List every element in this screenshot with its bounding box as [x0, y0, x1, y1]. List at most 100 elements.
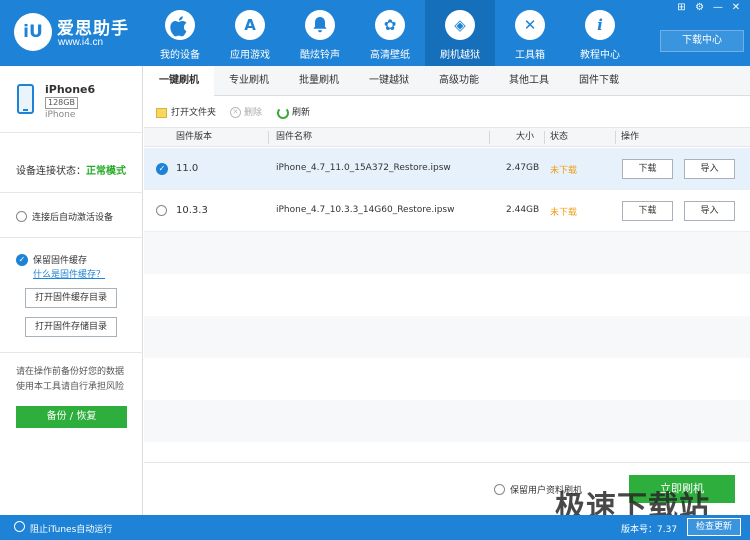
divider	[0, 192, 143, 193]
brand-name: 爱思助手	[57, 19, 129, 39]
keep-cache-option[interactable]: ✓ 保留固件缓存	[16, 253, 87, 266]
check-update-button[interactable]: 检查更新	[687, 518, 741, 536]
nav-label: 应用游戏	[230, 50, 270, 61]
refresh-button[interactable]: 刷新	[277, 105, 310, 119]
divider	[0, 132, 143, 133]
open-folder-button[interactable]: 打开文件夹	[156, 105, 216, 118]
download-center-button[interactable]: 下载中心	[660, 30, 744, 52]
refresh-label: 刷新	[292, 108, 311, 118]
table-header: 固件版本 固件名称 大小 状态 操作	[144, 127, 750, 147]
skin-icon[interactable]: ⊞	[675, 2, 687, 13]
flower-icon: ✿	[375, 10, 405, 40]
firmware-size: 2.47GB	[506, 163, 540, 173]
firmware-size: 2.44GB	[506, 205, 540, 215]
window-controls: ⊞ ⚙ — ✕	[672, 2, 742, 13]
tab-one-click-flash[interactable]: 一键刷机	[144, 66, 214, 96]
checkmark-icon[interactable]: ✓	[16, 253, 28, 266]
appstore-icon: A	[235, 10, 265, 40]
block-itunes-label[interactable]: 阻止iTunes自动运行	[30, 522, 112, 535]
table-row[interactable]: 10.3.3 iPhone_4.7_10.3.3_14G60_Restore.i…	[144, 190, 750, 232]
tab-advanced[interactable]: 高级功能	[424, 66, 494, 96]
tab-other-tools[interactable]: 其他工具	[494, 66, 564, 96]
tab-one-click-jailbreak[interactable]: 一键越狱	[354, 66, 424, 96]
nav-flash-jailbreak[interactable]: ◈ 刷机越狱	[425, 0, 495, 66]
warning-text: 请在操作前备份好您的数据 使用本工具请自行承担风险	[16, 365, 136, 395]
header-version: 固件版本	[176, 132, 213, 142]
column-separator	[489, 131, 490, 144]
auto-activate-option[interactable]: 连接后自动激活设备	[16, 210, 113, 223]
firmware-name: iPhone_4.7_10.3.3_14G60_Restore.ipsw	[276, 205, 455, 215]
divider	[0, 352, 143, 353]
nav-label: 高清壁纸	[370, 50, 410, 61]
empty-row	[144, 274, 750, 316]
open-folder-label: 打开文件夹	[171, 108, 217, 118]
nav-tutorials[interactable]: i 教程中心	[565, 0, 635, 66]
refresh-icon	[277, 106, 289, 119]
minimize-icon[interactable]: —	[712, 2, 724, 13]
warning-line: 请在操作前备份好您的数据	[16, 367, 125, 377]
nav-my-device[interactable]: 我的设备	[145, 0, 215, 66]
radio-icon[interactable]	[156, 205, 167, 216]
delete-button[interactable]: ✕ 删除	[230, 105, 262, 118]
device-name: iPhone6	[45, 83, 96, 96]
what-is-cache-link[interactable]: 什么是固件缓存？	[33, 267, 105, 280]
column-separator	[268, 131, 269, 144]
open-storage-dir-button[interactable]: 打开固件存储目录	[25, 317, 117, 337]
warning-line: 使用本工具请自行承担风险	[16, 382, 125, 392]
checkmark-icon[interactable]: ✓	[156, 163, 168, 175]
header-actions: 操作	[621, 132, 640, 142]
nav-label: 刷机越狱	[440, 50, 480, 61]
device-model: iPhone	[45, 110, 76, 120]
tab-pro-flash[interactable]: 专业刷机	[214, 66, 284, 96]
dropbox-icon: ◈	[445, 10, 475, 40]
empty-row	[144, 316, 750, 358]
tab-firmware-download[interactable]: 固件下载	[564, 66, 634, 96]
header-name: 固件名称	[276, 132, 313, 142]
toolbar: 打开文件夹 ✕ 删除 刷新	[144, 97, 750, 127]
version-label: 版本号：7.37	[621, 525, 678, 535]
nav-apps-games[interactable]: A 应用游戏	[215, 0, 285, 66]
header-size: 大小	[516, 132, 535, 142]
phone-icon	[17, 84, 34, 114]
download-button[interactable]: 下载	[622, 201, 673, 221]
empty-row	[144, 358, 750, 400]
auto-activate-label: 连接后自动激活设备	[32, 213, 114, 223]
empty-row	[144, 442, 750, 462]
nav-ringtones[interactable]: 酷炫铃声	[285, 0, 355, 66]
radio-icon[interactable]	[16, 211, 27, 222]
logo: iU	[14, 13, 52, 51]
nav-wallpapers[interactable]: ✿ 高清壁纸	[355, 0, 425, 66]
radio-icon[interactable]	[494, 484, 505, 495]
firmware-version: 10.3.3	[176, 205, 208, 216]
download-button[interactable]: 下载	[622, 159, 673, 179]
table-row[interactable]: ✓ 11.0 iPhone_4.7_11.0_15A372_Restore.ip…	[144, 148, 750, 190]
sidebar: iPhone6 128GB iPhone 设备连接状态：正常模式 连接后自动激活…	[0, 66, 143, 515]
import-button[interactable]: 导入	[684, 201, 735, 221]
nav-label: 工具箱	[515, 50, 545, 61]
keep-cache-label: 保留固件缓存	[33, 256, 88, 266]
column-separator	[544, 131, 545, 144]
firmware-status: 未下载	[550, 166, 578, 176]
header-status: 状态	[550, 132, 569, 142]
tools-icon: ✕	[515, 10, 545, 40]
nav-label: 我的设备	[160, 50, 200, 61]
open-cache-dir-button[interactable]: 打开固件缓存目录	[25, 288, 117, 308]
connection-label: 设备连接状态：	[16, 166, 86, 177]
firmware-status: 未下载	[550, 208, 578, 218]
import-button[interactable]: 导入	[684, 159, 735, 179]
backup-restore-button[interactable]: 备份 / 恢复	[16, 406, 127, 428]
subtab-bar: 一键刷机 专业刷机 批量刷机 一键越狱 高级功能 其他工具 固件下载	[144, 66, 750, 96]
bell-icon	[305, 10, 335, 40]
column-separator	[615, 131, 616, 144]
delete-icon: ✕	[230, 107, 241, 118]
divider	[0, 237, 143, 238]
nav-toolbox[interactable]: ✕ 工具箱	[495, 0, 565, 66]
close-icon[interactable]: ✕	[730, 2, 742, 13]
tab-batch-flash[interactable]: 批量刷机	[284, 66, 354, 96]
status-bar: 阻止iTunes自动运行 版本号：7.37 检查更新	[0, 515, 750, 540]
radio-icon[interactable]	[14, 521, 25, 532]
empty-row	[144, 400, 750, 442]
info-icon: i	[585, 10, 615, 40]
top-bar: iU 爱思助手 www.i4.cn 我的设备 A 应用游戏 酷炫铃声 ✿ 高清壁…	[0, 0, 750, 66]
settings-icon[interactable]: ⚙	[694, 2, 706, 13]
